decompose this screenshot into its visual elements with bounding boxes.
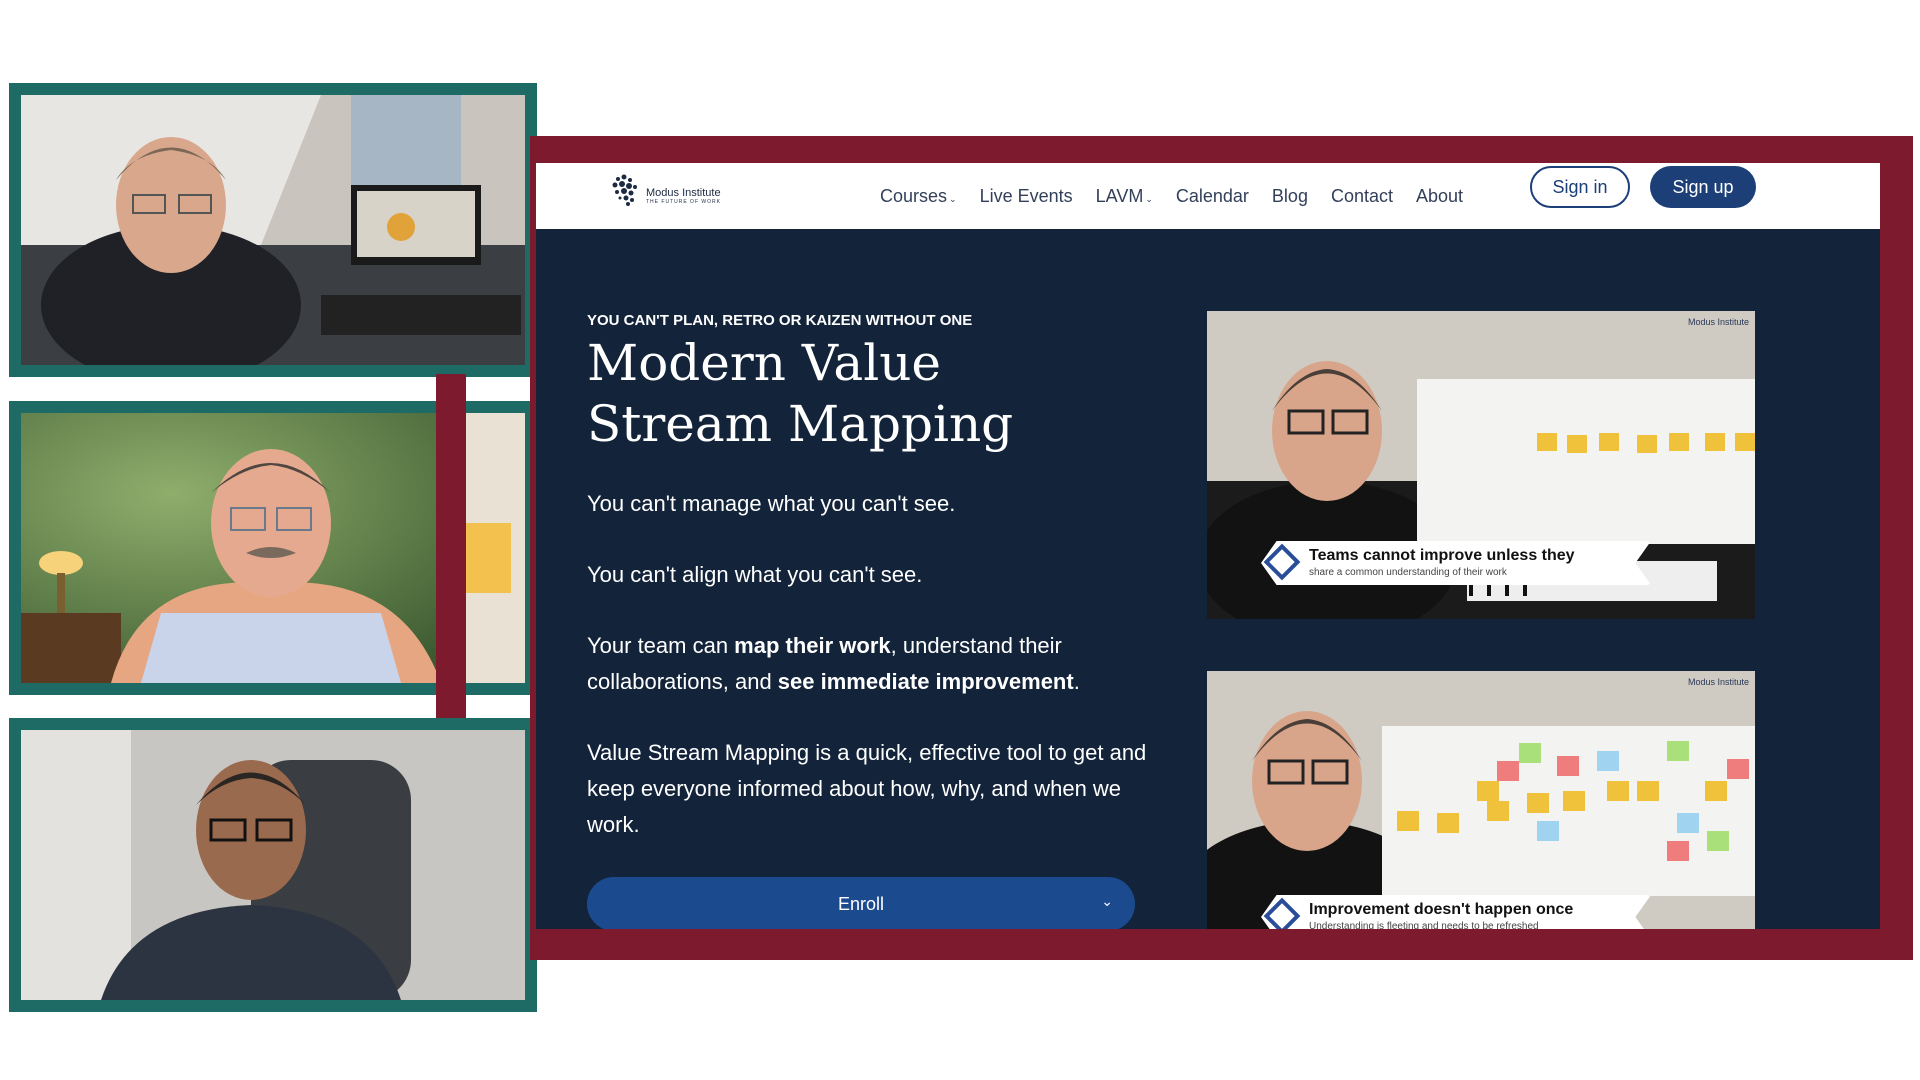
video-thumbnail-2[interactable]: Modus Institute Improvement doesn't happ… [1207,671,1755,929]
shared-website: Modus Institute THE FUTURE OF WORK Cours… [536,163,1880,929]
enroll-label: Enroll [837,893,885,914]
video-2-caption: Improvement doesn't happen once Understa… [1261,895,1651,929]
participant-video-3[interactable] [9,718,537,1012]
chevron-down-icon: ⌄ [1145,193,1153,204]
sign-up-button[interactable]: Sign up [1650,166,1756,208]
video-1-caption: Teams cannot improve unless they share a… [1261,541,1651,585]
hero-paragraph-2: You can't align what you can't see. [587,562,923,587]
hero-paragraph-4: Value Stream Mapping is a quick, effecti… [587,740,1147,837]
nav-links: Courses ⌄ Live Events LAVM ⌄ Calendar Blog… [880,163,1486,229]
video-2-caption-subtitle: Understanding is fleeting and needs to b… [1309,921,1539,929]
nav-blog[interactable]: Blog [1272,186,1308,207]
chevron-down-icon: ⌄ [949,193,957,204]
enroll-button[interactable]: Enroll ⌄ [587,877,1135,929]
site-navbar: Modus Institute THE FUTURE OF WORK Cours… [536,163,1880,229]
video-2-logo: Modus Institute [1687,677,1749,687]
logo-name: Modus Institute [646,187,721,199]
chevron-down-icon: ⌄ [1101,893,1113,909]
hero-paragraph-3: Your team can map their work, understand… [587,633,1080,694]
video-1-caption-subtitle: share a common understanding of their wo… [1309,567,1507,578]
video-2-caption-title: Improvement doesn't happen once [1309,901,1574,918]
nav-courses[interactable]: Courses ⌄ [880,186,957,207]
nav-lavm[interactable]: LAVM ⌄ [1096,186,1153,207]
nav-about[interactable]: About [1416,186,1463,207]
logo-wordmark: Modus Institute THE FUTURE OF WORK [646,187,721,205]
participant-3-scene [21,730,525,1000]
nav-live-events[interactable]: Live Events [980,186,1073,207]
hero-title: Modern Value Stream Mapping [587,334,1014,453]
video-1-caption-title: Teams cannot improve unless they [1309,547,1575,564]
participant-video-1[interactable] [9,83,537,377]
video-thumbnail-1[interactable]: Modus Institute Teams cannot improve unl… [1207,311,1755,619]
participant-1-scene [21,95,525,365]
nav-calendar[interactable]: Calendar [1176,186,1249,207]
frame-accent [436,374,466,718]
nav-contact[interactable]: Contact [1331,186,1393,207]
video-1-logo: Modus Institute [1687,317,1749,327]
hero-paragraph-1: You can't manage what you can't see. [587,491,956,516]
logo-tagline: THE FUTURE OF WORK [646,199,721,205]
video-2-scene [1207,671,1755,929]
sign-in-button[interactable]: Sign in [1530,166,1630,208]
hero-eyebrow: YOU CAN'T PLAN, RETRO OR KAIZEN WITHOUT … [587,312,973,329]
